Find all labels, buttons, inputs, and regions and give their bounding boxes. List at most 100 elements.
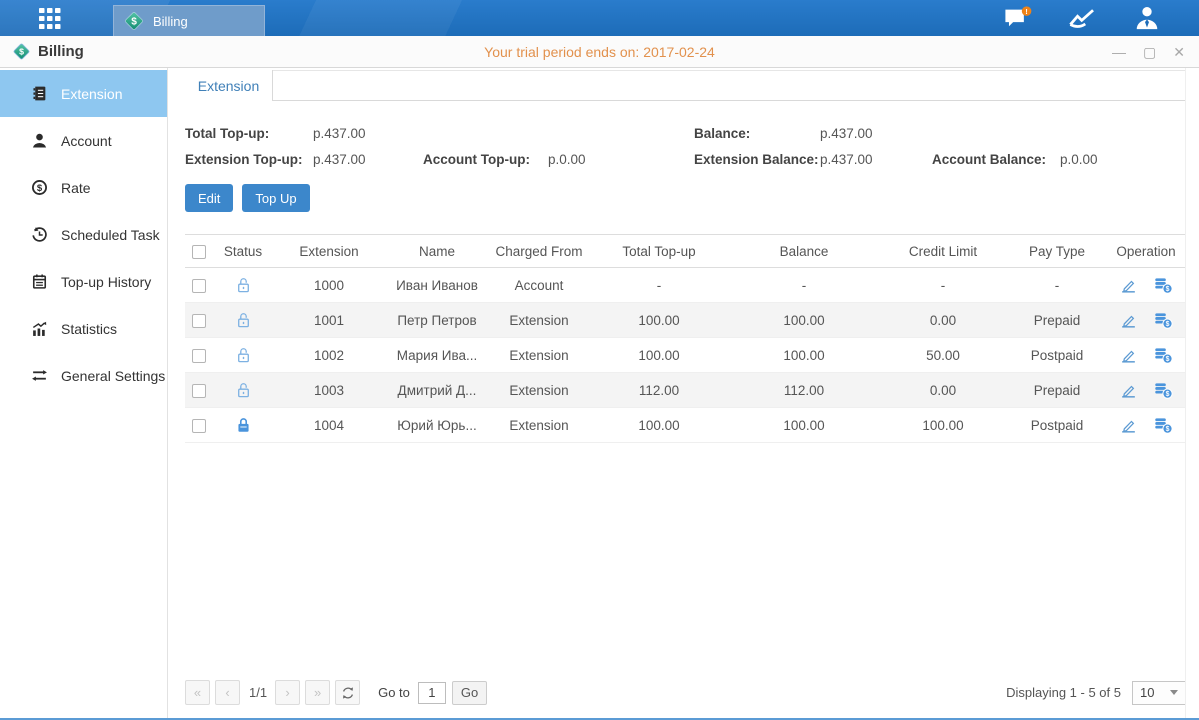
- table-row[interactable]: 1002 Мария Ива... Extension 100.00 100.0…: [185, 338, 1185, 373]
- account-icon: [30, 132, 48, 149]
- page-size-value: 10: [1140, 685, 1154, 700]
- select-all-checkbox[interactable]: [192, 245, 206, 259]
- top-up-row-icon[interactable]: $: [1154, 417, 1173, 434]
- cell-extension: 1003: [273, 373, 385, 408]
- edit-row-icon[interactable]: [1119, 277, 1138, 294]
- sidebar-item-label: General Settings: [61, 368, 165, 384]
- extension-balance-label: Extension Balance:: [694, 152, 820, 167]
- sidebar-item-account[interactable]: Account: [0, 117, 167, 164]
- general-settings-icon: [30, 367, 48, 384]
- status-lock-icon[interactable]: [236, 417, 251, 432]
- goto-page-input[interactable]: [418, 682, 446, 704]
- col-operation: Operation: [1107, 235, 1185, 268]
- sidebar-item-extension[interactable]: Extension: [0, 70, 167, 117]
- unlocked-icon: [236, 312, 251, 329]
- topbar-billing-tab[interactable]: $ Billing: [113, 5, 265, 36]
- sidebar: Extension Account $ Rate: [0, 68, 168, 718]
- locked-icon: [236, 417, 251, 434]
- topup-history-icon: [30, 273, 48, 290]
- edit-button[interactable]: Edit: [185, 184, 233, 212]
- goto-label: Go to: [378, 685, 410, 700]
- row-checkbox[interactable]: [192, 279, 206, 293]
- cell-pay-type: Postpaid: [1007, 338, 1107, 373]
- table-row[interactable]: 1003 Дмитрий Д... Extension 112.00 112.0…: [185, 373, 1185, 408]
- table-row[interactable]: 1004 Юрий Юрь... Extension 100.00 100.00…: [185, 408, 1185, 443]
- extensions-table: Status Extension Name Charged From Total…: [185, 234, 1185, 443]
- row-checkbox[interactable]: [192, 349, 206, 363]
- page-title: Billing: [38, 43, 84, 60]
- refresh-button[interactable]: [335, 680, 360, 705]
- account-balance-value: p.0.00: [1060, 152, 1199, 167]
- refresh-icon: [341, 686, 355, 700]
- cell-name: Мария Ива...: [385, 338, 489, 373]
- top-up-row-icon[interactable]: $: [1154, 347, 1173, 364]
- rate-icon: $: [30, 179, 48, 196]
- tab-extension[interactable]: Extension: [185, 70, 273, 101]
- edit-row-icon[interactable]: [1119, 347, 1138, 364]
- notification-badge: !: [1025, 6, 1028, 15]
- row-checkbox[interactable]: [192, 314, 206, 328]
- sidebar-item-scheduled-task[interactable]: Scheduled Task: [0, 211, 167, 258]
- last-page-button[interactable]: »: [305, 680, 330, 705]
- tab-strip-filler: [273, 70, 1186, 101]
- top-up-row-icon[interactable]: $: [1154, 312, 1173, 329]
- sidebar-item-label: Rate: [61, 180, 91, 196]
- row-checkbox[interactable]: [192, 419, 206, 433]
- extension-topup-label: Extension Top-up:: [185, 152, 313, 167]
- col-credit-limit: Credit Limit: [879, 235, 1007, 268]
- svg-text:$: $: [1166, 391, 1170, 398]
- cell-credit-limit: 0.00: [879, 303, 1007, 338]
- total-topup-value: p.437.00: [313, 126, 423, 141]
- sidebar-item-label: Extension: [61, 86, 122, 102]
- top-up-button[interactable]: Top Up: [242, 184, 309, 212]
- svg-text:$: $: [1166, 321, 1170, 328]
- row-checkbox[interactable]: [192, 384, 206, 398]
- edit-row-icon[interactable]: [1119, 417, 1138, 434]
- top-up-row-icon[interactable]: $: [1154, 382, 1173, 399]
- window-title: $ Billing: [0, 42, 84, 61]
- next-page-button[interactable]: ›: [275, 680, 300, 705]
- reports-chart-icon[interactable]: [1068, 6, 1099, 30]
- first-page-button[interactable]: «: [185, 680, 210, 705]
- status-lock-icon[interactable]: [236, 312, 251, 327]
- svg-text:$: $: [131, 16, 137, 27]
- edit-row-icon[interactable]: [1119, 312, 1138, 329]
- unlocked-icon: [236, 277, 251, 294]
- minimize-button[interactable]: —: [1112, 45, 1126, 59]
- prev-page-button[interactable]: ‹: [215, 680, 240, 705]
- extension-topup-value: p.437.00: [313, 152, 423, 167]
- page-size-dropdown[interactable]: 10: [1132, 681, 1186, 705]
- status-lock-icon[interactable]: [236, 382, 251, 397]
- sidebar-item-topup-history[interactable]: Top-up History: [0, 258, 167, 305]
- sidebar-item-general-settings[interactable]: General Settings: [0, 352, 167, 399]
- billing-diamond-icon: $: [123, 10, 145, 32]
- unlocked-icon: [236, 347, 251, 364]
- messages-icon[interactable]: !: [1003, 6, 1034, 31]
- sidebar-item-rate[interactable]: $ Rate: [0, 164, 167, 211]
- statistics-icon: [30, 320, 48, 337]
- cell-charged-from: Extension: [489, 338, 589, 373]
- edit-row-icon[interactable]: [1119, 382, 1138, 399]
- cell-balance: 112.00: [729, 373, 879, 408]
- maximize-button[interactable]: ▢: [1143, 45, 1156, 59]
- table-row[interactable]: 1001 Петр Петров Extension 100.00 100.00…: [185, 303, 1185, 338]
- app-launcher-icon[interactable]: [33, 5, 67, 32]
- top-up-row-icon[interactable]: $: [1154, 277, 1173, 294]
- col-charged-from: Charged From: [489, 235, 589, 268]
- cell-extension: 1000: [273, 268, 385, 303]
- go-button[interactable]: Go: [452, 681, 487, 705]
- svg-text:$: $: [1166, 286, 1170, 293]
- user-account-icon[interactable]: [1133, 5, 1161, 31]
- table-row[interactable]: 1000 Иван Иванов Account - - - -: [185, 268, 1185, 303]
- cell-pay-type: Prepaid: [1007, 303, 1107, 338]
- cell-charged-from: Extension: [489, 373, 589, 408]
- close-button[interactable]: ✕: [1173, 45, 1185, 59]
- trial-period-message: Your trial period ends on: 2017-02-24: [484, 44, 715, 60]
- status-lock-icon[interactable]: [236, 347, 251, 362]
- sidebar-item-statistics[interactable]: Statistics: [0, 305, 167, 352]
- col-status: Status: [213, 235, 273, 268]
- cell-balance: 100.00: [729, 303, 879, 338]
- unlocked-icon: [236, 382, 251, 399]
- status-lock-icon[interactable]: [236, 277, 251, 292]
- cell-total-topup: 100.00: [589, 338, 729, 373]
